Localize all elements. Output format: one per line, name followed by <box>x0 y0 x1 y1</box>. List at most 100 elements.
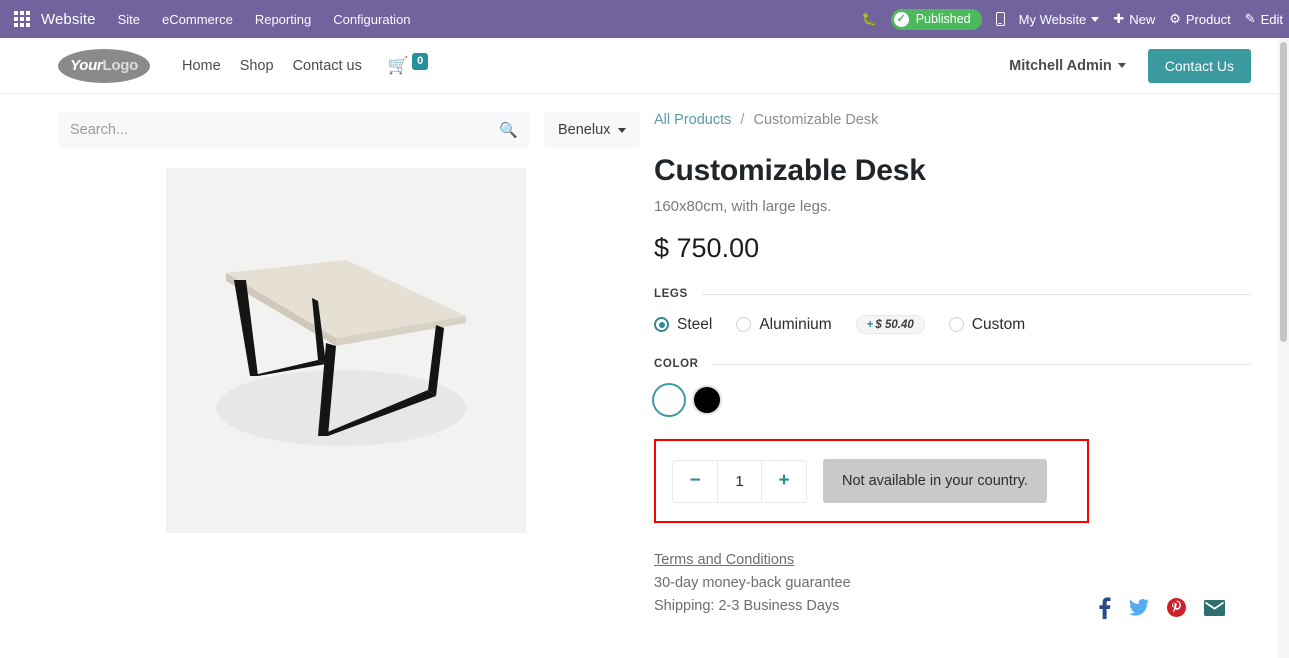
menu-item-configuration[interactable]: Configuration <box>333 12 410 27</box>
radio-label-custom: Custom <box>971 315 1026 333</box>
product-right-column: All Products / Customizable Desk Customi… <box>646 112 1251 619</box>
publish-label: Published <box>915 12 971 26</box>
apps-grid-icon[interactable] <box>14 11 30 27</box>
check-circle-icon: ✓ <box>893 11 909 27</box>
product-left-column: 🔍 Benelux <box>58 112 646 619</box>
radio-icon-custom[interactable] <box>948 317 964 332</box>
terms-and-conditions-link[interactable]: Terms and Conditions <box>654 552 794 568</box>
color-swatch-white[interactable] <box>654 385 684 415</box>
quantity-input[interactable] <box>717 460 762 502</box>
cart-link[interactable]: 🛒 0 <box>387 53 429 75</box>
social-share-links <box>1098 596 1251 619</box>
site-logo[interactable]: YourLogo <box>58 48 150 83</box>
plus-sign: + <box>866 318 874 331</box>
customizable-desk-photo <box>166 168 526 533</box>
breadcrumb-current: Customizable Desk <box>753 112 879 128</box>
breadcrumb-all-products[interactable]: All Products <box>654 112 731 128</box>
edit-button[interactable]: ✎ Edit <box>1245 11 1283 27</box>
website-selector-label: My Website <box>1018 11 1087 27</box>
logo-text-first: Your <box>70 57 103 74</box>
facebook-icon[interactable] <box>1098 596 1111 619</box>
radio-option-custom[interactable]: Custom <box>948 315 1026 334</box>
website-header: YourLogo Home Shop Contact us 🛒 0 Mitche… <box>0 38 1289 94</box>
product-image[interactable] <box>166 168 526 533</box>
pricelist-label: Benelux <box>558 122 611 138</box>
topbar-right-tools: 🐛 ✓ Published My Website ✚ New ⚙ Product… <box>862 8 1289 30</box>
search-input[interactable] <box>70 122 500 138</box>
twitter-icon[interactable] <box>1129 599 1149 616</box>
attribute-header-color: COLOR <box>654 358 1251 370</box>
nav-item-home[interactable]: Home <box>182 58 221 74</box>
radio-label-aluminium: Aluminium <box>759 315 832 333</box>
attribute-options-legs: Steel Aluminium + $ 50.40 Custom <box>654 315 1251 334</box>
user-menu[interactable]: Mitchell Admin <box>1009 58 1126 74</box>
shipping-text: Shipping: 2-3 Business Days <box>654 598 840 615</box>
breadcrumb: All Products / Customizable Desk <box>654 112 1251 128</box>
nav-item-contact-us[interactable]: Contact us <box>293 58 362 74</box>
menu-item-site[interactable]: Site <box>118 12 140 27</box>
quantity-increase-button[interactable]: + <box>762 460 806 502</box>
attribute-label-color: COLOR <box>654 358 699 370</box>
product-subtitle: 160x80cm, with large legs. <box>654 198 832 215</box>
search-row: 🔍 Benelux <box>58 112 646 148</box>
pinterest-icon[interactable] <box>1167 598 1186 618</box>
radio-icon-steel[interactable] <box>654 317 669 332</box>
backend-menu: Site eCommerce Reporting Configuration <box>118 12 411 27</box>
gear-icon: ⚙ <box>1169 11 1181 26</box>
search-box[interactable]: 🔍 <box>58 112 530 148</box>
product-policy-info: Terms and Conditions 30-day money-back g… <box>654 549 851 619</box>
radio-option-aluminium[interactable]: Aluminium <box>736 315 832 334</box>
mobile-preview-icon[interactable] <box>995 12 1005 26</box>
website-selector[interactable]: My Website <box>1019 12 1100 27</box>
email-icon[interactable] <box>1204 599 1225 616</box>
menu-item-ecommerce[interactable]: eCommerce <box>162 12 233 27</box>
product-label: Product <box>1185 11 1231 27</box>
logo-text-second: Logo <box>102 57 138 74</box>
chevron-down-icon <box>1091 16 1100 22</box>
publish-toggle[interactable]: ✓ Published <box>890 8 982 30</box>
nav-item-shop[interactable]: Shop <box>240 58 274 74</box>
site-logo-text: YourLogo <box>70 57 138 74</box>
plus-icon: ✚ <box>1113 11 1125 26</box>
radio-label-steel: Steel <box>677 315 713 333</box>
money-back-guarantee-text: 30-day money-back guarantee <box>654 575 851 592</box>
price-extra-badge-aluminium: + $ 50.40 <box>855 315 925 334</box>
chevron-down-icon <box>1117 63 1126 68</box>
chevron-down-icon <box>618 127 627 133</box>
divider <box>701 293 1251 295</box>
not-available-button: Not available in your country. <box>823 459 1047 503</box>
quantity-decrease-button[interactable]: − <box>673 460 717 502</box>
user-name: Mitchell Admin <box>1009 57 1112 74</box>
divider <box>712 363 1251 365</box>
edit-label: Edit <box>1260 11 1283 27</box>
site-navigation: Home Shop Contact us <box>182 58 362 74</box>
attribute-options-color <box>654 385 1251 415</box>
header-right-area: Mitchell Admin Contact Us <box>1009 48 1251 83</box>
pricelist-selector[interactable]: Benelux <box>544 112 641 148</box>
radio-icon-aluminium[interactable] <box>736 317 752 332</box>
shopping-cart-icon: 🛒 <box>387 56 410 75</box>
color-swatch-black[interactable] <box>692 385 722 415</box>
quantity-stepper: − + <box>672 459 807 503</box>
new-label: New <box>1129 11 1156 27</box>
breadcrumb-separator: / <box>740 112 745 128</box>
radio-option-steel[interactable]: Steel <box>654 316 712 334</box>
product-page-body: 🔍 Benelux <box>0 94 1289 619</box>
product-settings-button[interactable]: ⚙ Product <box>1169 11 1230 27</box>
new-button[interactable]: ✚ New <box>1113 11 1155 27</box>
page-title: Customizable Desk <box>654 154 926 187</box>
price-extra-value: $ 50.40 <box>875 318 914 331</box>
attribute-label-legs: LEGS <box>654 288 688 300</box>
product-price: $ 750.00 <box>654 233 760 263</box>
cart-count-badge: 0 <box>412 53 429 70</box>
contact-us-button[interactable]: Contact Us <box>1147 48 1251 83</box>
search-icon[interactable]: 🔍 <box>499 121 518 139</box>
page-scrollbar-thumb[interactable] <box>1280 42 1287 342</box>
product-footer-row: Terms and Conditions 30-day money-back g… <box>654 549 1251 619</box>
add-to-cart-highlight-region: − + Not available in your country. <box>654 439 1089 523</box>
attribute-header-legs: LEGS <box>654 288 1251 300</box>
pencil-icon: ✎ <box>1244 11 1256 26</box>
bug-icon[interactable]: 🐛 <box>862 12 877 26</box>
menu-item-reporting[interactable]: Reporting <box>255 12 311 27</box>
app-name[interactable]: Website <box>41 11 96 28</box>
